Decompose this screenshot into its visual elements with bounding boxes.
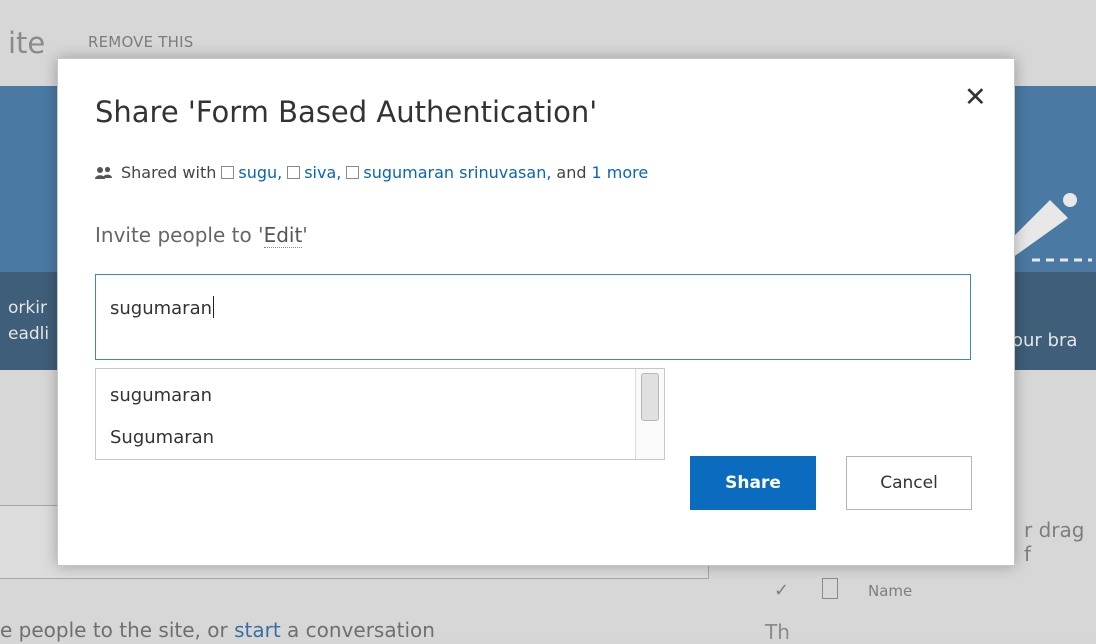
people-icon [95,166,112,179]
shared-person-link[interactable]: sugu, [238,163,282,182]
close-icon[interactable]: ✕ [964,84,987,112]
share-button[interactable]: Share [690,456,816,510]
file-icon [822,578,838,599]
shared-person-link[interactable]: siva, [304,163,341,182]
person-checkbox[interactable] [346,166,360,179]
invite-people-input[interactable]: sugumaran [95,274,971,360]
and-text: and [556,163,587,182]
share-dialog: ✕ Share 'Form Based Authentication' Shar… [57,58,1015,566]
banner-right-text: our bra [1012,330,1078,351]
site-title: ite [8,26,46,60]
permission-dropdown[interactable]: Edit [263,223,303,248]
cancel-button[interactable]: Cancel [846,456,972,510]
text-caret [213,296,215,318]
dialog-title: Share 'Form Based Authentication' [95,95,598,129]
more-link[interactable]: 1 more [592,163,649,182]
background-right-text: Th [765,620,790,644]
scrollbar-thumb[interactable] [641,373,659,421]
suggestion-item[interactable]: sugumaran [110,385,212,406]
remove-this-link: REMOVE THIS [88,33,194,51]
drag-text: r drag f [1024,518,1085,566]
person-checkbox[interactable] [221,166,235,179]
check-icon: ✓ [774,580,790,601]
suggestion-item[interactable]: Sugumaran [110,427,214,448]
name-column-header: Name [868,582,913,600]
suggestion-scrollbar[interactable] [635,369,664,459]
image-placeholder-icon [1012,178,1096,264]
start-link: start [234,618,281,642]
person-checkbox[interactable] [287,166,301,179]
banner-left-text: orkir eadli [8,298,50,344]
background-bottom-text: e people to the site, or start a convers… [0,618,435,642]
shared-with-row: Shared with sugu, siva, sugumaran srinuv… [95,163,648,182]
shared-with-label: Shared with [121,163,217,182]
shared-person-link[interactable]: sugumaran srinuvasan, [363,163,551,182]
input-value: sugumaran [110,298,213,319]
suggestion-list: sugumaran Sugumaran [95,368,665,460]
invite-label: Invite people to 'Edit' [95,223,308,248]
